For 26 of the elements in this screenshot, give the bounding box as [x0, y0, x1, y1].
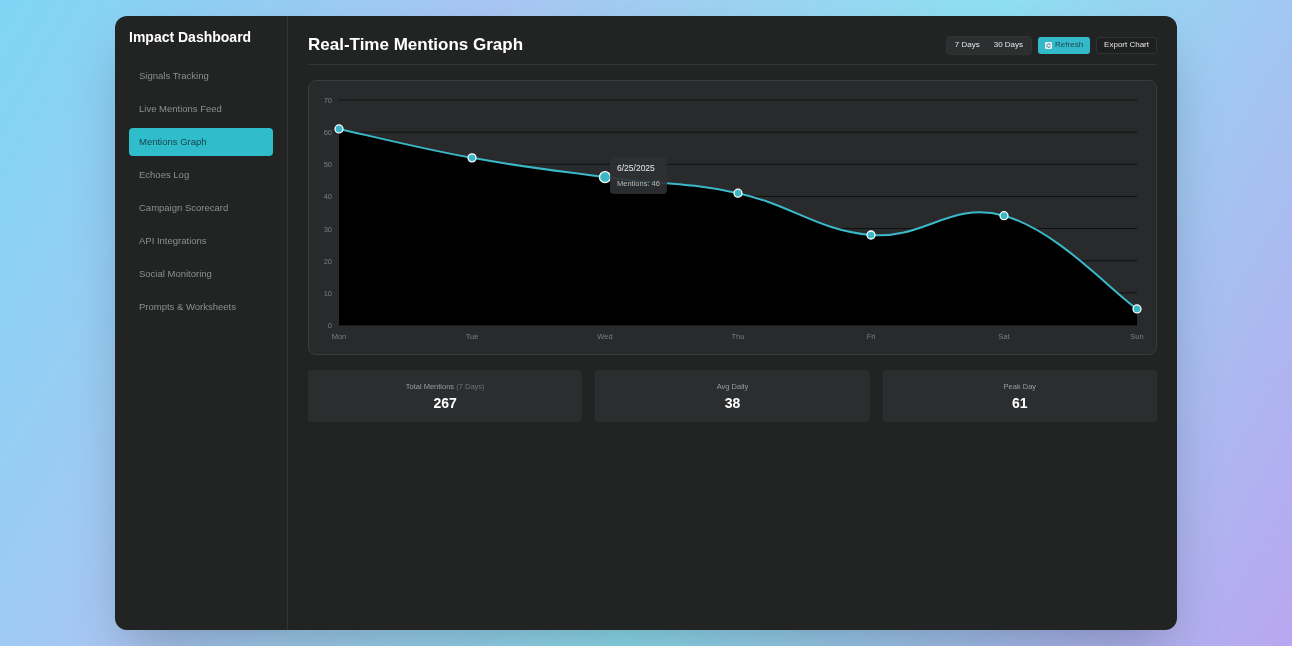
nav-item[interactable]: Prompts & Worksheets	[129, 293, 273, 321]
range-tab[interactable]: 7 Days	[947, 37, 987, 53]
stat-value: 38	[724, 396, 741, 412]
nav-item[interactable]: Echoes Log	[129, 161, 273, 189]
sidebar-title: Impact Dashboard	[129, 29, 253, 45]
nav-item[interactable]: Social Monitoring	[129, 260, 273, 288]
nav-item[interactable]: API Integrations	[129, 227, 273, 255]
nav-item[interactable]: Mentions Graph	[129, 128, 273, 156]
range-tab[interactable]: 30 Days	[986, 37, 1031, 53]
refresh-button[interactable]: Refresh	[1038, 36, 1091, 54]
data-point[interactable]	[999, 211, 1009, 221]
tooltip-date: 6/25/2025	[617, 162, 656, 175]
data-point[interactable]	[1132, 304, 1142, 314]
refresh-icon	[1045, 41, 1053, 49]
page-title: Real-Time Mentions Graph	[308, 34, 524, 57]
data-point[interactable]	[866, 230, 876, 240]
nav-item[interactable]: Campaign Scorecard	[129, 194, 273, 222]
nav-item[interactable]: Live Mentions Feed	[129, 95, 273, 123]
stat-value: 61	[1012, 396, 1028, 412]
data-point[interactable]	[598, 171, 612, 184]
data-point[interactable]	[334, 124, 344, 134]
data-point[interactable]	[733, 188, 743, 198]
nav-item[interactable]: Signals Tracking	[129, 62, 273, 90]
export-button[interactable]: Export Chart	[1096, 36, 1157, 54]
stat-value: 267	[433, 396, 457, 412]
data-point[interactable]	[467, 153, 477, 163]
